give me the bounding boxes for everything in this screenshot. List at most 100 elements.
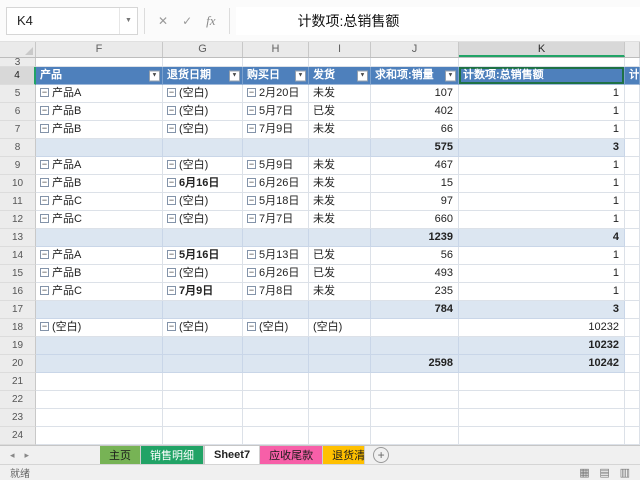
collapse-icon[interactable]: − (167, 106, 176, 115)
grid-cell[interactable] (625, 337, 640, 355)
grid-cell[interactable] (371, 409, 459, 427)
row-header[interactable]: 4 (0, 67, 36, 85)
filter-icon[interactable]: ▼ (229, 70, 240, 81)
grid-cell[interactable]: 已发 (309, 103, 371, 121)
collapse-icon[interactable]: − (40, 268, 49, 277)
grid-cell[interactable]: − (空白) (36, 319, 163, 337)
grid-cell[interactable] (36, 229, 163, 247)
grid-cell[interactable] (371, 337, 459, 355)
grid-cell[interactable]: 计数 (625, 67, 640, 85)
collapse-icon[interactable]: − (167, 88, 176, 97)
grid-cell[interactable]: 10232 (459, 337, 625, 355)
grid-cell[interactable] (243, 58, 309, 67)
collapse-icon[interactable]: − (247, 106, 256, 115)
grid-cell[interactable] (625, 247, 640, 265)
grid-cell[interactable] (309, 409, 371, 427)
row-header[interactable]: 18 (0, 319, 36, 337)
grid-cell[interactable] (459, 391, 625, 409)
grid-cell[interactable] (371, 391, 459, 409)
grid-cell[interactable] (625, 103, 640, 121)
grid-cell[interactable]: 已发 (309, 247, 371, 265)
grid-cell[interactable]: 退货日期 ▼ (163, 67, 243, 85)
grid-cell[interactable]: 购买日 ▼ (243, 67, 309, 85)
grid-cell[interactable]: 3 (459, 301, 625, 319)
grid-cell[interactable]: 已发 (309, 265, 371, 283)
grid-cell[interactable]: 10232 (459, 319, 625, 337)
grid-cell[interactable] (163, 373, 243, 391)
grid-cell[interactable]: 未发 (309, 283, 371, 301)
grid-cell[interactable] (163, 139, 243, 157)
row-header[interactable]: 14 (0, 247, 36, 265)
grid-cell[interactable] (163, 337, 243, 355)
grid-cell[interactable] (243, 391, 309, 409)
grid-cell[interactable]: 未发 (309, 193, 371, 211)
grid-cell[interactable] (36, 58, 163, 67)
grid-cell[interactable]: 产品 ▼ (36, 67, 163, 85)
grid-cell[interactable]: −7月7日 (243, 211, 309, 229)
grid-cell[interactable]: 求和项:销量 ▼ (371, 67, 459, 85)
grid-cell[interactable]: − (空白) (163, 103, 243, 121)
sheet-tab-销售明细[interactable]: 销售明细 (141, 446, 204, 464)
grid-cell[interactable] (625, 409, 640, 427)
grid-cell[interactable]: 467 (371, 157, 459, 175)
grid-cell[interactable] (625, 265, 640, 283)
collapse-icon[interactable]: − (247, 268, 256, 277)
grid-cell[interactable] (36, 337, 163, 355)
grid-cell[interactable] (625, 121, 640, 139)
grid-cell[interactable]: −5月9日 (243, 157, 309, 175)
collapse-icon[interactable]: − (40, 196, 49, 205)
name-box-dropdown-icon[interactable]: ▼ (119, 7, 137, 34)
grid-cell[interactable] (625, 139, 640, 157)
grid-cell[interactable]: − 产品B (36, 103, 163, 121)
grid-cell[interactable]: − (空白) (163, 85, 243, 103)
enter-icon[interactable]: ✓ (175, 14, 199, 28)
grid-cell[interactable] (625, 355, 640, 373)
grid-cell[interactable]: 1 (459, 175, 625, 193)
grid-cell[interactable] (36, 373, 163, 391)
grid-cell[interactable] (309, 391, 371, 409)
collapse-icon[interactable]: − (40, 178, 49, 187)
grid-cell[interactable] (243, 139, 309, 157)
tab-scroll-right-icon[interactable]: ▸ (25, 450, 30, 461)
collapse-icon[interactable]: − (167, 322, 176, 331)
grid-cell[interactable]: 1 (459, 283, 625, 301)
row-header[interactable]: 8 (0, 139, 36, 157)
grid-cell[interactable]: −6月16日 (163, 175, 243, 193)
grid-cell[interactable]: 235 (371, 283, 459, 301)
page-break-view-icon[interactable]: ▥ (620, 467, 630, 479)
grid-cell[interactable] (625, 175, 640, 193)
collapse-icon[interactable]: − (247, 322, 256, 331)
column-header-H[interactable]: H (243, 42, 309, 57)
collapse-icon[interactable]: − (247, 178, 256, 187)
grid-cell[interactable] (309, 373, 371, 391)
collapse-icon[interactable]: − (247, 214, 256, 223)
collapse-icon[interactable]: − (247, 196, 256, 205)
row-header[interactable]: 23 (0, 409, 36, 427)
grid-cell[interactable]: 56 (371, 247, 459, 265)
collapse-icon[interactable]: − (247, 124, 256, 133)
grid-cell[interactable] (243, 355, 309, 373)
collapse-icon[interactable]: − (167, 178, 176, 187)
page-layout-view-icon[interactable]: ▤ (599, 467, 609, 479)
grid-cell[interactable] (36, 427, 163, 445)
grid-cell[interactable]: 3 (459, 139, 625, 157)
grid-cell[interactable] (625, 211, 640, 229)
grid-cell[interactable]: − 产品B (36, 121, 163, 139)
grid-cell[interactable]: −5月18日 (243, 193, 309, 211)
grid-cell[interactable]: − 产品C (36, 283, 163, 301)
cancel-icon[interactable]: ✕ (151, 14, 175, 28)
grid-cell[interactable] (459, 373, 625, 391)
grid-cell[interactable]: 未发 (309, 175, 371, 193)
grid-cell[interactable]: 1 (459, 193, 625, 211)
grid-cell[interactable]: 493 (371, 265, 459, 283)
grid-cell[interactable] (371, 319, 459, 337)
row-header[interactable]: 17 (0, 301, 36, 319)
grid-cell[interactable] (243, 337, 309, 355)
sheet-tab-应收尾款[interactable]: 应收尾款 (260, 446, 324, 464)
grid-cell[interactable] (309, 427, 371, 445)
grid-cell[interactable]: − 产品C (36, 193, 163, 211)
grid-cell[interactable]: 1239 (371, 229, 459, 247)
grid-cell[interactable]: − (空白) (163, 193, 243, 211)
insert-function-icon[interactable]: fx (199, 13, 222, 29)
collapse-icon[interactable]: − (40, 124, 49, 133)
